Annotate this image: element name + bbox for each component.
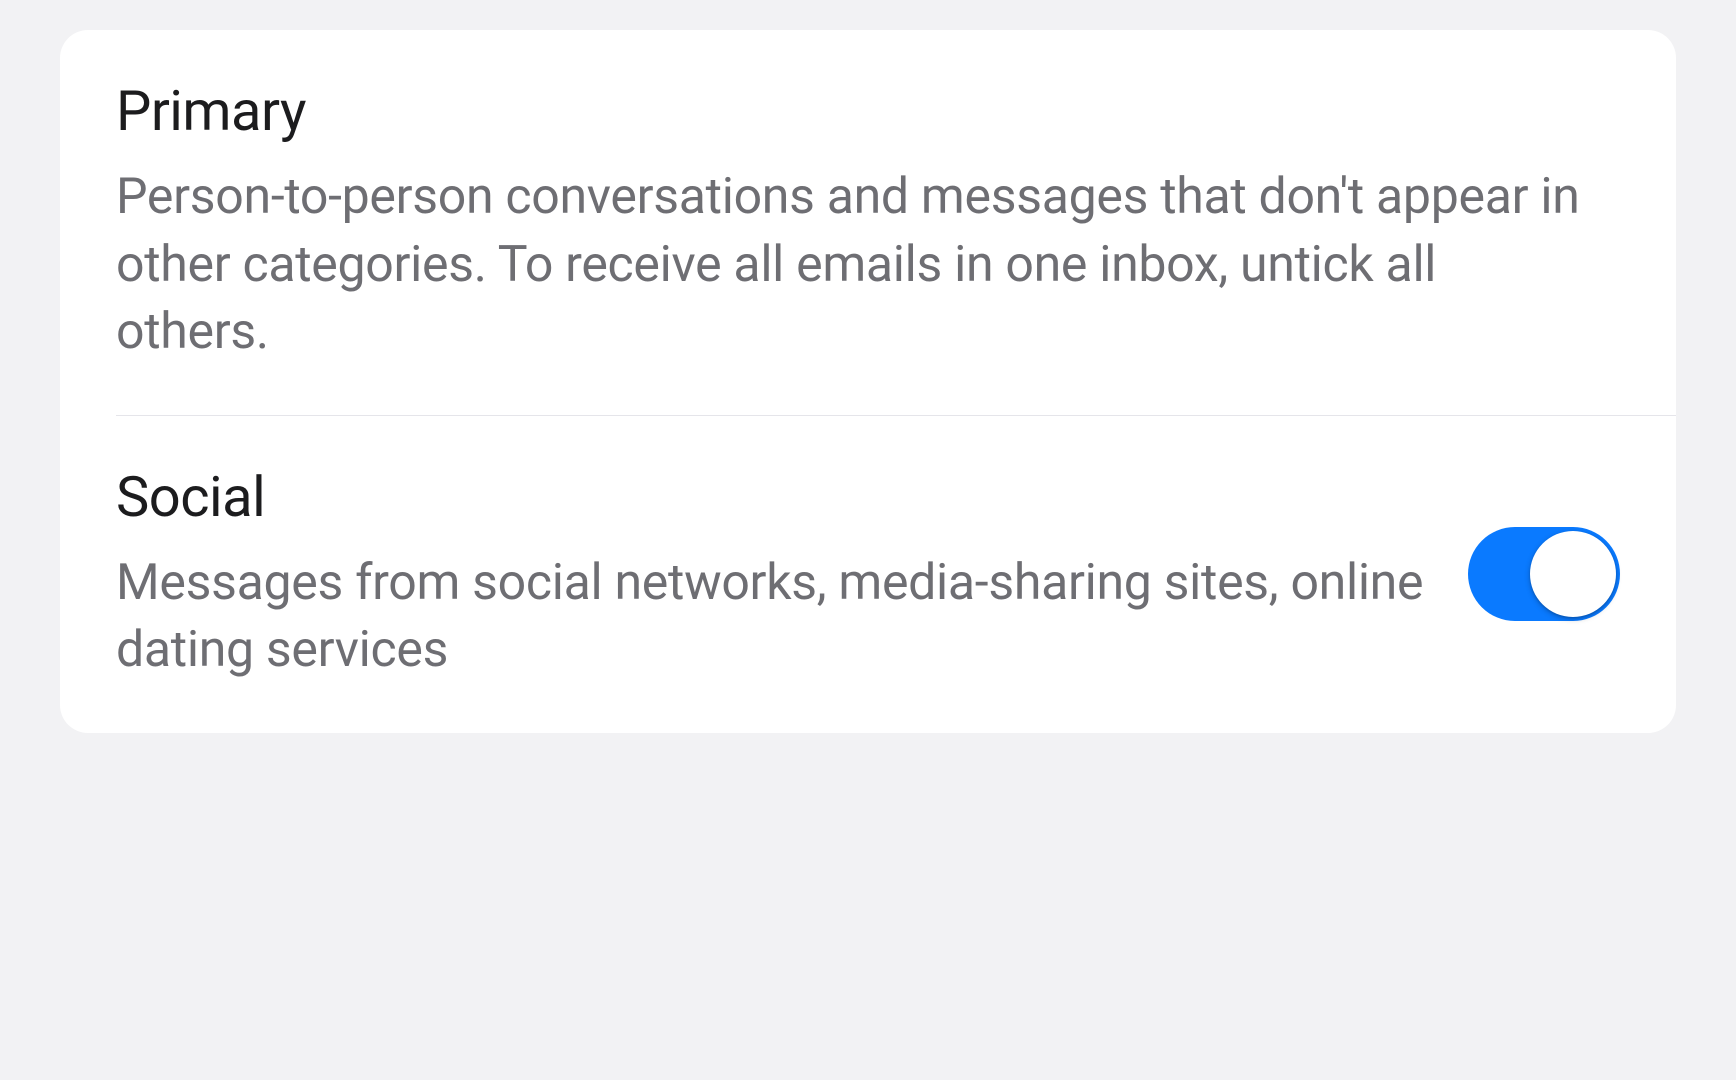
category-row-social: Social Messages from social networks, me… [60,416,1676,733]
category-text: Primary Person-to-person conversations a… [116,78,1620,367]
inbox-categories-card: Primary Person-to-person conversations a… [60,30,1676,733]
category-title: Social [116,464,1428,530]
toggle-knob [1530,531,1616,617]
social-toggle[interactable] [1468,527,1620,621]
category-description: Person-to-person conversations and messa… [116,164,1580,367]
category-text: Social Messages from social networks, me… [116,464,1468,685]
category-row-primary: Primary Person-to-person conversations a… [60,30,1676,415]
category-description: Messages from social networks, media-sha… [116,550,1428,685]
category-title: Primary [116,78,1580,144]
